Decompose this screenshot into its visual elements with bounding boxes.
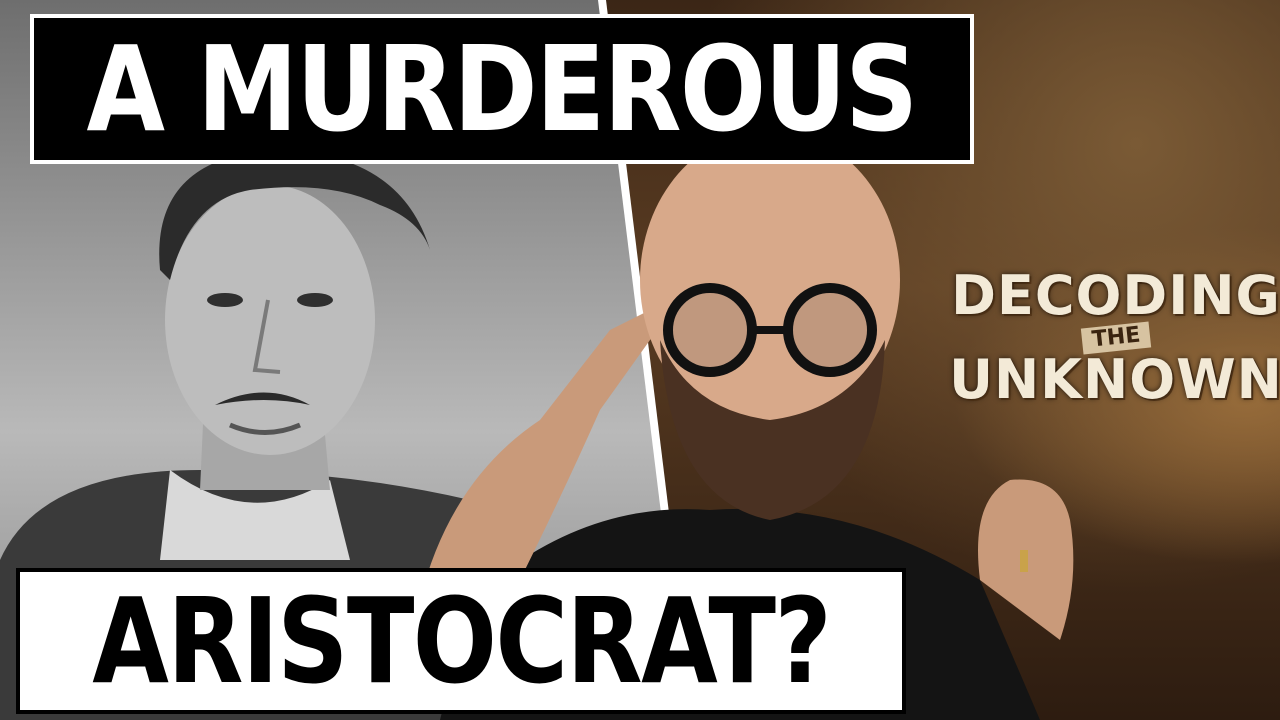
channel-logo: DECODING THE UNKNOWN xyxy=(949,258,1280,418)
headline-top: A MURDEROUS xyxy=(30,14,974,164)
headline-bottom: ARISTOCRAT? xyxy=(16,568,906,714)
logo-line-1: DECODING xyxy=(951,264,1280,327)
headline-bottom-text: ARISTOCRAT? xyxy=(92,572,832,710)
headline-top-text: A MURDEROUS xyxy=(87,20,919,158)
logo-line-3: UNKNOWN xyxy=(949,348,1280,411)
thumbnail: A MURDEROUS ARISTOCRAT? DECODING THE UNK… xyxy=(0,0,1280,720)
